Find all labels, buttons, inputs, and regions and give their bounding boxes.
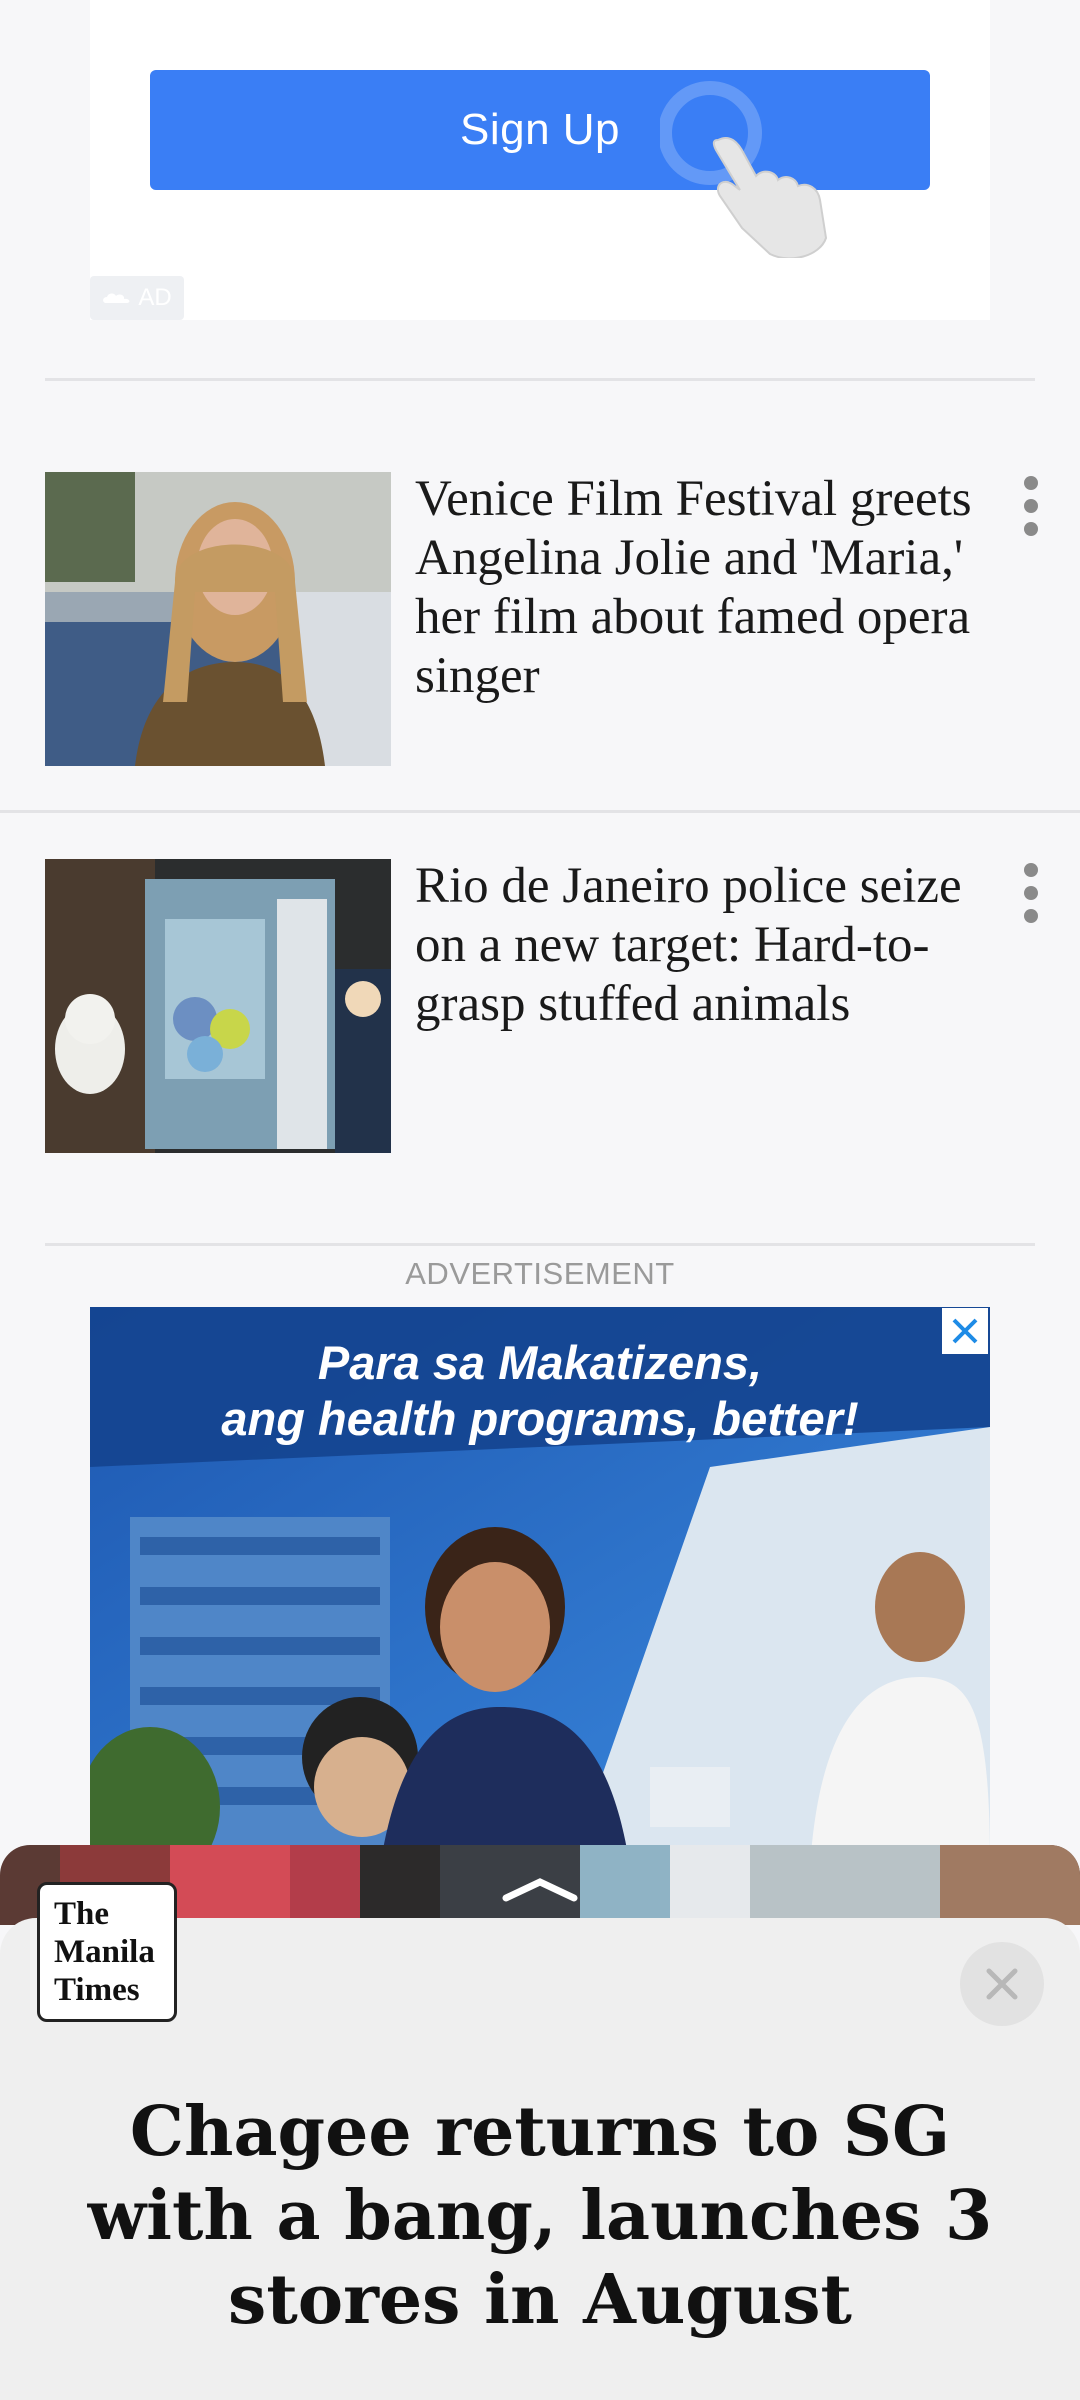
health-program-photo-icon <box>90 1307 990 1867</box>
portrait-photo-icon <box>45 472 391 766</box>
chevron-up-icon[interactable] <box>500 1878 580 1902</box>
ad-badge-label: AD <box>138 284 172 311</box>
ad-badge: AD <box>90 276 184 320</box>
tap-hand-icon <box>660 81 828 258</box>
more-options-icon[interactable] <box>1022 863 1040 923</box>
article-thumbnail[interactable] <box>45 472 391 766</box>
logo-line-1: The <box>54 1896 110 1932</box>
divider <box>0 810 1080 813</box>
claw-machine-photo-icon <box>45 859 391 1153</box>
article-headline[interactable]: Rio de Janeiro police seize on a new tar… <box>415 857 1025 1034</box>
cloud-icon <box>103 293 130 303</box>
logo-line-3: Times <box>54 1972 140 2008</box>
advertisement-label: ADVERTISEMENT <box>405 1256 675 1291</box>
ad-close-icon[interactable] <box>942 1308 988 1354</box>
sheet-close-icon[interactable] <box>960 1942 1044 2026</box>
banner-line-2: ang health programs, better! <box>221 1392 859 1445</box>
logo-line-2: Manila <box>54 1934 155 1970</box>
divider <box>45 1243 1035 1246</box>
article-headline[interactable]: Venice Film Festival greets Angelina Jol… <box>415 470 1025 706</box>
manila-times-logo: The Manila Times <box>37 1882 177 2022</box>
advertisement-banner[interactable] <box>90 1307 990 1867</box>
article-thumbnail[interactable] <box>45 859 391 1153</box>
divider <box>45 378 1035 381</box>
sheet-headline[interactable]: Chagee returns to SG with a bang, launch… <box>40 2090 1040 2342</box>
banner-line-1: Para sa Makatizens, <box>317 1336 763 1389</box>
more-options-icon[interactable] <box>1022 476 1040 536</box>
